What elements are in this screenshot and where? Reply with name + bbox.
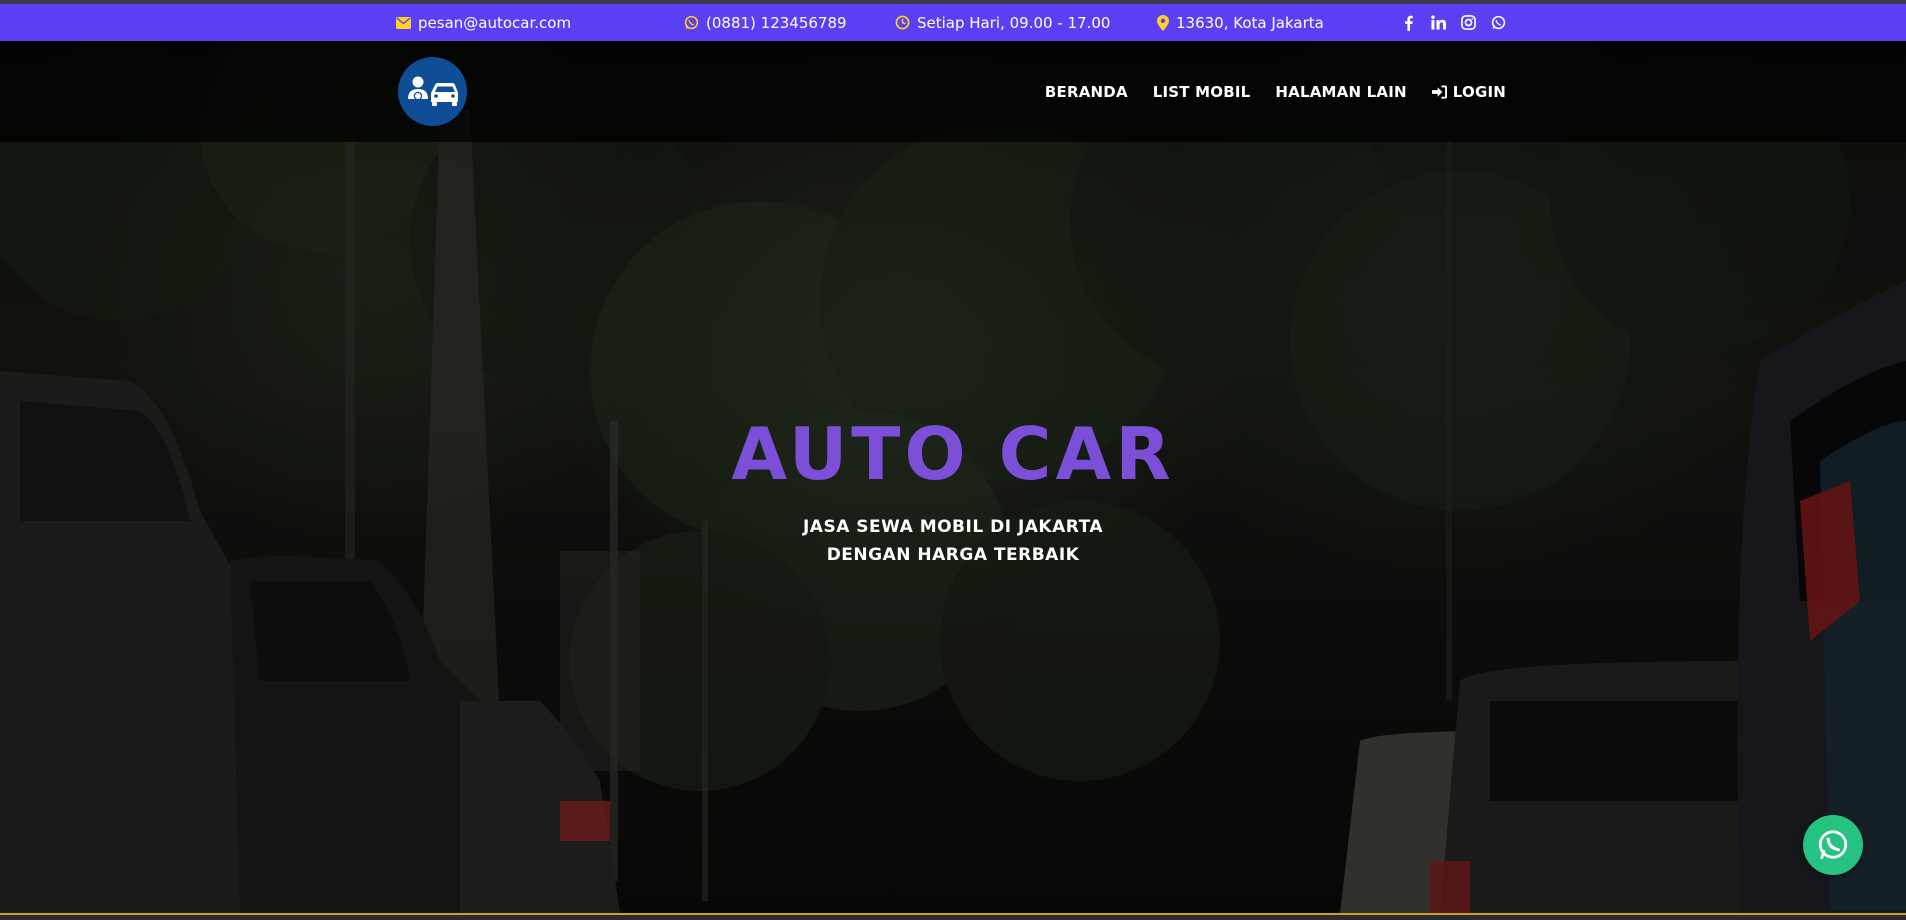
social-links [1397, 4, 1517, 41]
map-pin-icon [1157, 14, 1169, 31]
clock-icon [895, 15, 910, 30]
topbar-location-text: 13630, Kota Jakarta [1176, 13, 1324, 32]
topbar: pesan@autocar.com (0881) 123456789 Setia… [0, 4, 1906, 41]
nav-beranda[interactable]: BERANDA [1045, 83, 1128, 101]
site-logo[interactable] [398, 57, 467, 126]
whatsapp-icon [1818, 830, 1848, 860]
topbar-phone[interactable]: (0881) 123456789 [684, 4, 847, 41]
nav-login[interactable]: LOGIN [1431, 82, 1506, 101]
topbar-hours: Setiap Hari, 09.00 - 17.00 [895, 4, 1110, 41]
whatsapp-icon[interactable] [1487, 12, 1509, 34]
main-nav: BERANDA LIST MOBIL HALAMAN LAIN LOGIN [1020, 41, 1506, 142]
instagram-icon[interactable] [1457, 12, 1479, 34]
topbar-email-text: pesan@autocar.com [418, 13, 572, 32]
topbar-email[interactable]: pesan@autocar.com [396, 4, 571, 41]
hero-title: AUTO CAR [731, 412, 1175, 496]
hero-subtitle-line2: DENGAN HARGA TERBAIK [826, 545, 1080, 565]
nav-login-label: LOGIN [1452, 82, 1506, 101]
driver-car-logo-icon [407, 76, 458, 106]
linkedin-icon[interactable] [1427, 12, 1449, 34]
site-header: BERANDA LIST MOBIL HALAMAN LAIN LOGIN [0, 41, 1906, 142]
whatsapp-chat-button[interactable] [1803, 815, 1863, 875]
envelope-icon [396, 16, 411, 29]
hero-subtitle-line1: JASA SEWA MOBIL DI JAKARTA [802, 517, 1104, 537]
bottom-bar [0, 915, 1906, 920]
topbar-location: 13630, Kota Jakarta [1157, 4, 1324, 41]
facebook-icon[interactable] [1397, 12, 1419, 34]
nav-list-mobil[interactable]: LIST MOBIL [1153, 83, 1251, 101]
nav-halaman-lain[interactable]: HALAMAN LAIN [1275, 83, 1406, 101]
topbar-hours-text: Setiap Hari, 09.00 - 17.00 [917, 13, 1111, 32]
sign-in-icon [1431, 84, 1447, 99]
whatsapp-icon [684, 15, 699, 30]
topbar-phone-text: (0881) 123456789 [706, 13, 847, 32]
